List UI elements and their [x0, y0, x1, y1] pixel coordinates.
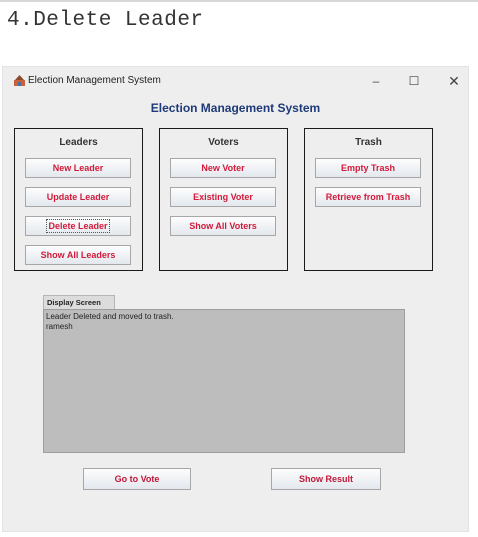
top-divider — [0, 0, 478, 2]
delete-leader-button[interactable]: Delete Leader — [25, 216, 131, 236]
app-window: Election Management System – ☐ ✕ Electio… — [2, 66, 469, 532]
minimize-button[interactable]: – — [361, 71, 391, 91]
new-leader-button[interactable]: New Leader — [25, 158, 131, 178]
retrieve-from-trash-button[interactable]: Retrieve from Trash — [315, 187, 421, 207]
voters-panel: Voters New Voter Existing Voter Show All… — [159, 128, 288, 271]
new-voter-button[interactable]: New Voter — [170, 158, 276, 178]
app-title: Election Management System — [150, 101, 321, 115]
display-line: Leader Deleted and moved to trash. — [46, 312, 174, 321]
existing-voter-button[interactable]: Existing Voter — [170, 187, 276, 207]
display-screen-tab[interactable]: Display Screen — [43, 295, 115, 309]
delete-leader-label: Delete Leader — [46, 219, 110, 233]
trash-panel: Trash Empty Trash Retrieve from Trash — [304, 128, 433, 271]
close-button[interactable]: ✕ — [439, 71, 469, 91]
show-all-leaders-button[interactable]: Show All Leaders — [25, 245, 131, 265]
java-app-icon — [14, 75, 25, 86]
empty-trash-button[interactable]: Empty Trash — [315, 158, 421, 178]
title-bar: Election Management System – ☐ ✕ — [3, 67, 468, 95]
maximize-button[interactable]: ☐ — [399, 71, 429, 91]
update-leader-button[interactable]: Update Leader — [25, 187, 131, 207]
go-to-vote-button[interactable]: Go to Vote — [83, 468, 191, 490]
page-heading: 4.Delete Leader — [7, 9, 204, 32]
show-result-button[interactable]: Show Result — [271, 468, 381, 490]
voters-panel-title: Voters — [208, 137, 239, 148]
window-title: Election Management System — [28, 75, 161, 86]
display-screen: Leader Deleted and moved to trash. rames… — [43, 309, 405, 453]
show-all-voters-button[interactable]: Show All Voters — [170, 216, 276, 236]
leaders-panel-title: Leaders — [59, 137, 98, 148]
trash-panel-title: Trash — [355, 137, 382, 148]
leaders-panel: Leaders New Leader Update Leader Delete … — [14, 128, 143, 271]
display-line: ramesh — [46, 322, 73, 331]
